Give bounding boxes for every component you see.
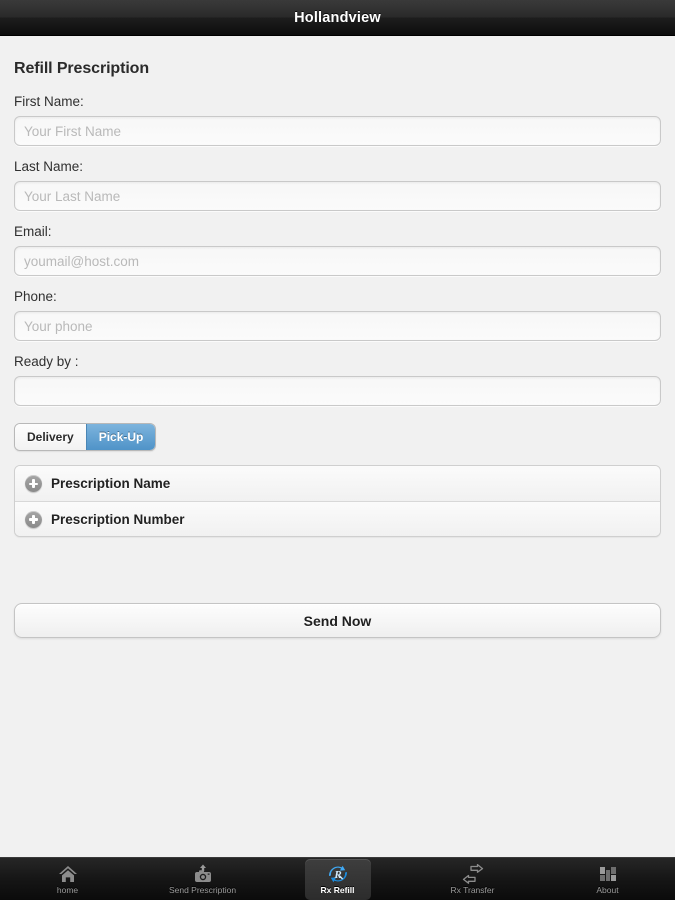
send-now-button[interactable]: Send Now bbox=[14, 603, 661, 638]
delivery-method-toggle: Delivery Pick-Up bbox=[14, 423, 157, 451]
accordion-label-prescription-number: Prescription Number bbox=[51, 511, 185, 527]
pickup-option-button[interactable]: Pick-Up bbox=[85, 424, 156, 450]
transfer-arrows-icon bbox=[462, 863, 484, 884]
tab-rx-transfer[interactable]: Rx Transfer bbox=[405, 858, 540, 900]
field-phone-group: Phone: bbox=[14, 289, 661, 341]
ready-by-input[interactable] bbox=[14, 376, 661, 406]
last-name-input[interactable] bbox=[14, 181, 661, 211]
accordion-row-prescription-name[interactable]: Prescription Name bbox=[15, 466, 660, 501]
tab-label-about: About bbox=[596, 884, 619, 895]
tab-label-rx-transfer: Rx Transfer bbox=[450, 884, 495, 895]
plus-circle-icon bbox=[25, 510, 42, 528]
tab-about[interactable]: About bbox=[540, 858, 675, 900]
page-title: Hollandview bbox=[294, 9, 381, 26]
app-root: Hollandview Refill Prescription First Na… bbox=[0, 0, 675, 900]
email-input[interactable] bbox=[14, 246, 661, 276]
field-first-name-group: First Name: bbox=[14, 94, 661, 146]
camera-upload-icon bbox=[192, 864, 214, 884]
field-ready-by-group: Ready by : bbox=[14, 354, 661, 406]
svg-text:R: R bbox=[333, 869, 341, 881]
rx-refresh-icon: R bbox=[327, 864, 349, 884]
tab-label-home: home bbox=[56, 884, 79, 895]
tab-send-prescription[interactable]: Send Prescription bbox=[135, 858, 270, 900]
section-heading: Refill Prescription bbox=[14, 60, 150, 77]
field-label-first-name: First Name: bbox=[14, 94, 84, 109]
tab-rx-refill[interactable]: R Rx Refill bbox=[270, 858, 405, 900]
accordion-label-prescription-name: Prescription Name bbox=[51, 476, 171, 491]
submit-area: Send Now bbox=[14, 537, 661, 638]
n-logo-icon bbox=[598, 864, 618, 884]
bottom-tab-bar: home Send Prescription R Rx Refill Rx Tr… bbox=[0, 857, 675, 900]
prescription-accordion: Prescription Name Prescription Number bbox=[14, 465, 661, 537]
field-label-phone: Phone: bbox=[14, 289, 57, 304]
field-label-email: Email: bbox=[14, 224, 52, 239]
field-last-name-group: Last Name: bbox=[14, 159, 661, 211]
app-header: Hollandview bbox=[0, 0, 675, 36]
tab-label-rx-refill: Rx Refill bbox=[320, 884, 355, 895]
home-icon bbox=[58, 864, 78, 884]
first-name-input[interactable] bbox=[14, 116, 661, 146]
phone-input[interactable] bbox=[14, 311, 661, 341]
field-label-last-name: Last Name: bbox=[14, 159, 84, 174]
delivery-option-button[interactable]: Delivery bbox=[15, 424, 86, 450]
plus-circle-icon bbox=[25, 475, 42, 492]
tab-home[interactable]: home bbox=[0, 858, 135, 900]
accordion-row-prescription-number[interactable]: Prescription Number bbox=[15, 501, 660, 536]
field-label-ready-by: Ready by : bbox=[14, 354, 79, 369]
field-email-group: Email: bbox=[14, 224, 661, 276]
main-content: Refill Prescription First Name: Last Nam… bbox=[0, 36, 675, 857]
tab-label-send-prescription: Send Prescription bbox=[168, 884, 237, 895]
